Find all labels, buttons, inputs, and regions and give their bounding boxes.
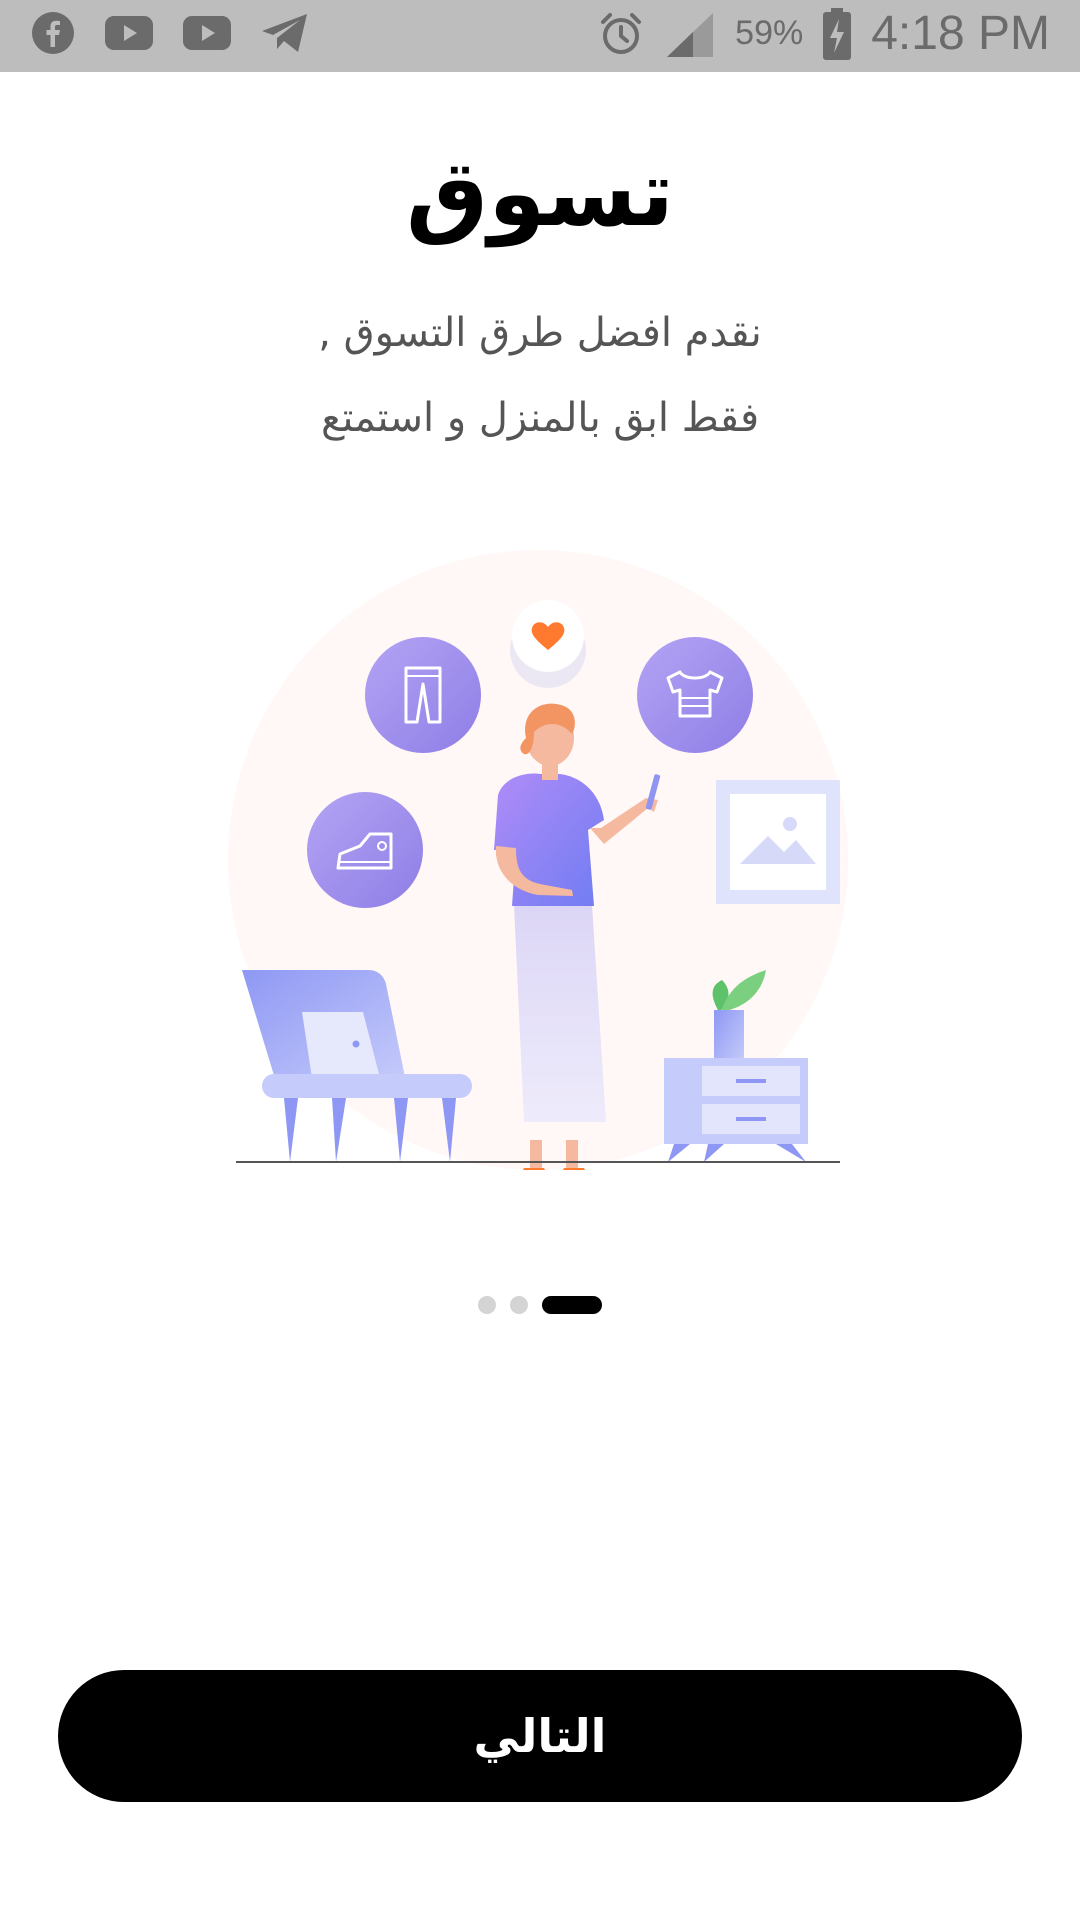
shirt-icon — [637, 637, 753, 753]
shopping-illustration — [228, 550, 848, 1170]
status-bar: 59% 4:18 PM — [0, 0, 1080, 72]
page-indicator — [0, 1296, 1080, 1314]
page-title: تسوق — [405, 140, 675, 247]
youtube-icon — [183, 16, 231, 50]
system-status: 59% 4:18 PM — [597, 6, 1050, 61]
page-dot-2[interactable] — [510, 1296, 528, 1314]
heart-bubble — [510, 600, 586, 688]
page-dot-1-active[interactable] — [542, 1296, 602, 1314]
youtube-icon — [105, 16, 153, 50]
page-dot-3[interactable] — [478, 1296, 496, 1314]
signal-icon — [667, 12, 714, 57]
next-button[interactable]: التالي — [58, 1670, 1022, 1802]
facebook-icon — [32, 12, 74, 54]
subtitle-line-2: فقط ابق بالمنزل و استمتع — [320, 395, 760, 441]
pants-icon — [365, 637, 481, 753]
notification-icons — [30, 10, 310, 56]
picture-frame — [716, 780, 840, 904]
telegram-icon — [262, 14, 307, 52]
clock: 4:18 PM — [871, 7, 1050, 60]
subtitle-line-1: نقدم افضل طرق التسوق , — [318, 310, 762, 356]
shoe-icon — [307, 792, 423, 908]
battery-percent: 59% — [735, 14, 804, 52]
battery-charging-icon — [823, 7, 852, 60]
alarm-icon — [601, 12, 642, 54]
